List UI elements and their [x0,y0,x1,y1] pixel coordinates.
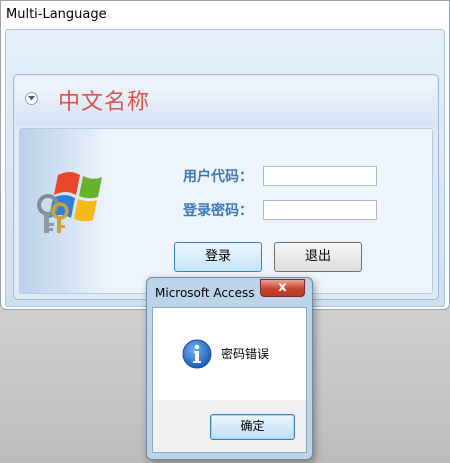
ok-button[interactable]: 确定 [210,414,295,440]
window-body: 中文名称 用户代码： 登录密码： 登录 退出 [5,29,445,307]
dialog-message-area: 密码错误 [153,308,306,400]
group-header: 中文名称 [15,76,437,126]
windows-keys-logo-icon [37,172,102,233]
collapse-button[interactable] [25,92,38,105]
login-form-area: 用户代码： 登录密码： 登录 退出 [19,128,433,294]
group-title: 中文名称 [58,90,151,115]
password-label: 登录密码： [183,203,253,219]
login-group-panel: 中文名称 用户代码： 登录密码： 登录 退出 [13,74,439,300]
window-title: Multi-Language [6,7,107,22]
user-code-input[interactable] [263,166,377,186]
message-dialog: Microsoft Access x 密码错误 确定 [146,277,313,460]
dialog-message: 密码错误 [221,347,270,361]
dialog-client-area: 密码错误 确定 [152,307,307,453]
chevron-down-icon [28,96,35,101]
exit-button[interactable]: 退出 [274,242,362,272]
user-code-label: 用户代码： [183,169,253,185]
main-window: Multi-Language 中文名称 用户代码： 登录密码： 登录 退出 [0,0,450,310]
login-button[interactable]: 登录 [174,242,262,272]
logo-area [20,129,110,293]
dialog-title: Microsoft Access [155,286,255,300]
info-icon [182,339,212,369]
password-input[interactable] [263,200,377,220]
close-button[interactable]: x [260,279,305,297]
close-icon: x [278,280,287,295]
